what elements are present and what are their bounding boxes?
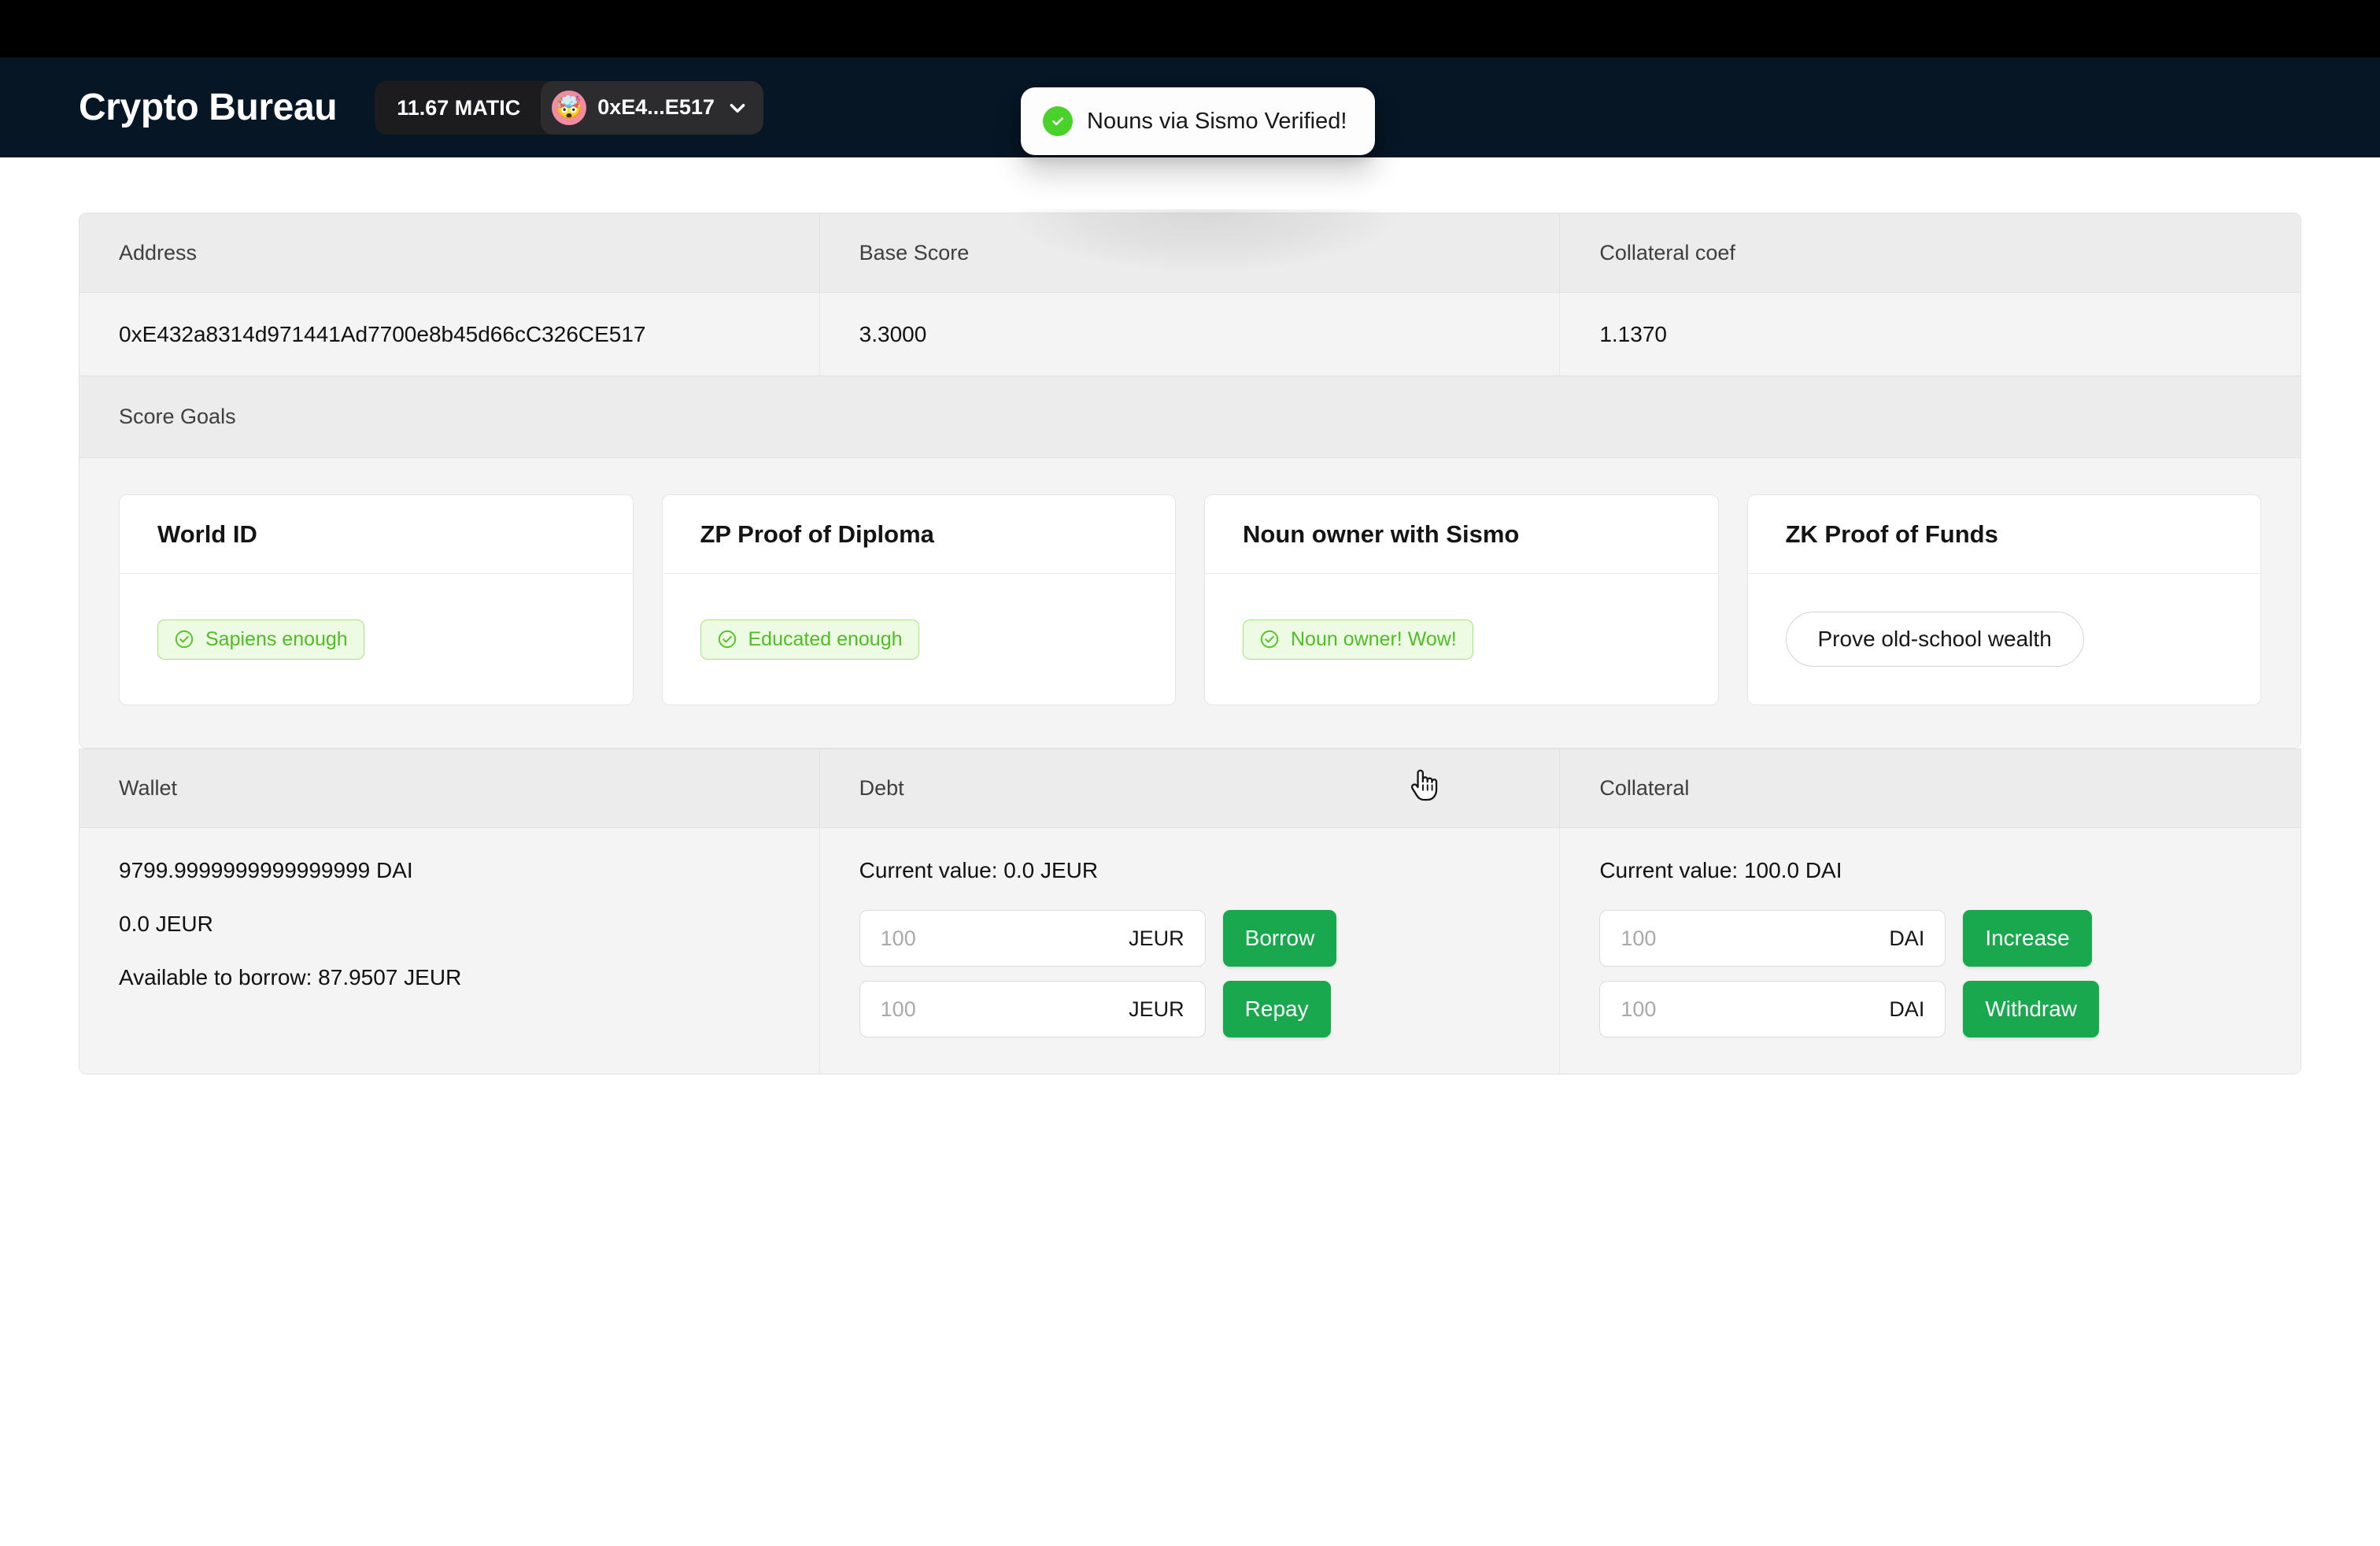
status-badge: Sapiens enough bbox=[157, 619, 364, 660]
positions-header-row: Wallet Debt Collateral bbox=[79, 749, 2301, 827]
goal-title: ZP Proof of Diploma bbox=[662, 495, 1175, 574]
page-body: Address Base Score Collateral coef 0xE43… bbox=[0, 209, 2380, 1074]
goal-body: Prove old-school wealth bbox=[1748, 574, 2261, 705]
account-table-row: 0xE432a8314d971441Ad7700e8b45d66cC326CE5… bbox=[79, 292, 2301, 375]
toast-message: Nouns via Sismo Verified! bbox=[1087, 108, 1347, 134]
check-circle-icon bbox=[175, 630, 194, 649]
app-header: Crypto Bureau 11.67 MATIC 🤯 0xE4...E517 … bbox=[0, 57, 2380, 157]
check-circle-icon bbox=[718, 630, 736, 649]
increase-row: 100 DAI Increase bbox=[1599, 910, 2261, 967]
score-goals-label: Score Goals bbox=[79, 375, 2301, 457]
debt-current-value: Current value: 0.0 JEUR bbox=[859, 858, 1099, 882]
borrow-button[interactable]: Borrow bbox=[1222, 910, 1337, 967]
status-badge-label: Sapiens enough bbox=[205, 627, 348, 650]
repay-row: 100 JEUR Repay bbox=[859, 981, 1521, 1037]
column-header-debt: Debt bbox=[819, 749, 1561, 827]
increase-amount-unit: DAI bbox=[1889, 926, 1925, 950]
increase-amount-input[interactable]: 100 DAI bbox=[1599, 910, 1946, 967]
goal-title: ZK Proof of Funds bbox=[1747, 495, 2260, 574]
column-header-collateral: Collateral bbox=[1560, 749, 2301, 827]
withdraw-amount-placeholder: 100 bbox=[1621, 997, 1657, 1021]
status-badge-label: Educated enough bbox=[748, 627, 903, 650]
collateral-cell: Current value: 100.0 DAI 100 DAI Increas… bbox=[1560, 827, 2301, 1074]
browser-chrome-strip bbox=[0, 0, 2380, 57]
collateral-current-value: Current value: 100.0 DAI bbox=[1599, 858, 1842, 882]
check-circle-icon bbox=[1043, 106, 1073, 136]
withdraw-row: 100 DAI Withdraw bbox=[1599, 981, 2261, 1037]
toast-notification[interactable]: Nouns via Sismo Verified! bbox=[1021, 87, 1376, 155]
goal-title: World ID bbox=[120, 495, 633, 574]
increase-amount-placeholder: 100 bbox=[1621, 926, 1657, 950]
goal-card-zk-proof-of-funds: ZK Proof of Funds Prove old-school wealt… bbox=[1746, 494, 2261, 705]
avatar-emoji: 🤯 bbox=[555, 94, 583, 120]
debt-cell: Current value: 0.0 JEUR 100 JEUR Borrow … bbox=[819, 827, 1561, 1074]
borrow-amount-placeholder: 100 bbox=[880, 926, 916, 950]
borrow-amount-unit: JEUR bbox=[1129, 926, 1184, 950]
cell-address: 0xE432a8314d971441Ad7700e8b45d66cC326CE5… bbox=[79, 292, 820, 375]
borrow-amount-input[interactable]: 100 JEUR bbox=[859, 910, 1206, 967]
account-address-short: 0xE4...E517 bbox=[597, 95, 715, 119]
check-circle-icon bbox=[1260, 630, 1279, 649]
chevron-down-icon bbox=[730, 103, 745, 113]
goal-card-noun-owner-with-sismo: Noun owner with Sismo Noun owner! Wow! bbox=[1204, 494, 1719, 705]
column-header-base-score: Base Score bbox=[819, 213, 1561, 292]
status-badge: Noun owner! Wow! bbox=[1243, 619, 1473, 660]
repay-amount-unit: JEUR bbox=[1129, 997, 1184, 1021]
account-table-header-row: Address Base Score Collateral coef bbox=[79, 213, 2301, 292]
borrow-row: 100 JEUR Borrow bbox=[859, 910, 1521, 967]
goal-body: Noun owner! Wow! bbox=[1205, 574, 1718, 705]
repay-amount-input[interactable]: 100 JEUR bbox=[859, 981, 1206, 1037]
cell-collateral-coef: 1.1370 bbox=[1560, 292, 2301, 375]
goal-title: Noun owner with Sismo bbox=[1205, 495, 1718, 574]
column-header-collateral-coef: Collateral coef bbox=[1560, 213, 2301, 292]
goal-card-zp-proof-of-diploma: ZP Proof of Diploma Educated enough bbox=[661, 494, 1176, 705]
withdraw-button[interactable]: Withdraw bbox=[1963, 981, 2100, 1037]
column-header-address: Address bbox=[79, 213, 820, 292]
repay-amount-placeholder: 100 bbox=[880, 997, 916, 1021]
wallet-pill[interactable]: 11.67 MATIC 🤯 0xE4...E517 bbox=[375, 80, 763, 135]
positions-body-row: 9799.9999999999999999 DAI 0.0 JEUR Avail… bbox=[79, 827, 2301, 1074]
goal-card-world-id: World ID Sapiens enough bbox=[119, 494, 634, 705]
status-badge-label: Noun owner! Wow! bbox=[1291, 627, 1457, 650]
withdraw-amount-input[interactable]: 100 DAI bbox=[1599, 981, 1946, 1037]
column-header-wallet: Wallet bbox=[79, 749, 820, 827]
goal-body: Sapiens enough bbox=[120, 574, 633, 705]
prove-wealth-button[interactable]: Prove old-school wealth bbox=[1785, 612, 2084, 667]
mouse-cursor-pointer-icon bbox=[1410, 769, 1437, 801]
wallet-dai-balance: 9799.9999999999999999 DAI bbox=[119, 858, 413, 882]
wallet-jeur-balance: 0.0 JEUR bbox=[119, 912, 213, 936]
account-panel: Address Base Score Collateral coef 0xE43… bbox=[79, 213, 2301, 749]
account-chip[interactable]: 🤯 0xE4...E517 bbox=[541, 80, 763, 135]
goal-body: Educated enough bbox=[663, 574, 1176, 705]
matic-balance: 11.67 MATIC bbox=[397, 95, 521, 120]
score-goals-grid: World ID Sapiens enough ZP Proof of Dipl… bbox=[79, 457, 2301, 748]
wallet-cell: 9799.9999999999999999 DAI 0.0 JEUR Avail… bbox=[79, 827, 820, 1074]
cell-base-score: 3.3000 bbox=[819, 292, 1561, 375]
column-header-debt-label: Debt bbox=[859, 776, 904, 800]
avatar: 🤯 bbox=[552, 90, 587, 125]
wallet-available-to-borrow: Available to borrow: 87.9507 JEUR bbox=[119, 965, 462, 989]
positions-panel: Wallet Debt Collateral 9799.999999999999… bbox=[79, 749, 2301, 1074]
repay-button[interactable]: Repay bbox=[1222, 981, 1331, 1037]
withdraw-amount-unit: DAI bbox=[1889, 997, 1925, 1021]
app-title: Crypto Bureau bbox=[79, 87, 338, 128]
status-badge: Educated enough bbox=[700, 619, 919, 660]
increase-button[interactable]: Increase bbox=[1963, 910, 2092, 967]
